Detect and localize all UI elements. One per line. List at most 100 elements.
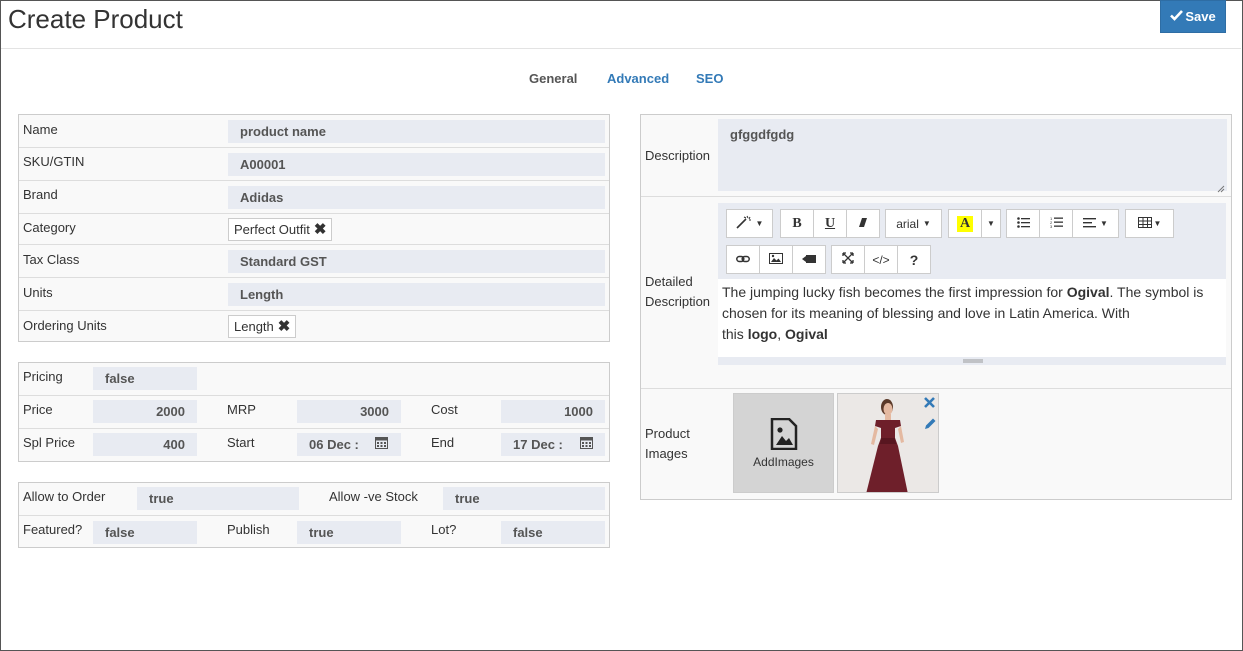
sku-row: SKU/GTIN A00001 [19,148,609,181]
allow-negative-stock-label: Allow -ve Stock [329,489,418,504]
detailed-description-row: Detailed Description ▼ B U arial ▼ A ▼ 1… [641,197,1231,389]
ordering-units-row: Ordering Units Length ✖ [19,311,609,343]
table-dropdown[interactable]: ▼ [1125,209,1174,238]
add-images-button[interactable]: AddImages [733,393,834,493]
allow-row: Allow to Order true Allow -ve Stock true [19,483,609,516]
close-icon[interactable]: ✖ [314,222,327,237]
editor-text: , [777,326,786,342]
tab-general[interactable]: General [529,71,577,86]
paragraph-align-dropdown[interactable]: ▼ [1072,209,1119,238]
calendar-icon[interactable] [375,436,388,452]
code-view-button[interactable]: </> [864,245,898,274]
style-dropdown[interactable]: ▼ [726,209,773,238]
description-label: Description [645,148,711,163]
description-textarea[interactable]: gfggdfgdg [718,119,1227,191]
video-icon [802,253,816,267]
bold-button[interactable]: B [780,209,814,238]
price-row: Price 2000 MRP 3000 Cost 1000 [19,396,609,429]
name-label: Name [23,122,58,137]
calendar-icon[interactable] [580,436,593,452]
unordered-list-icon [1016,216,1030,231]
featured-select[interactable]: false [93,521,197,544]
description-panel: Description gfggdfgdg Detailed Descripti… [640,114,1232,500]
sku-input[interactable]: A00001 [228,153,605,176]
picture-icon [769,252,783,267]
brand-input[interactable]: Adidas [228,186,605,209]
product-images-label-line2: Images [645,446,688,461]
tax-label: Tax Class [23,252,80,267]
start-label: Start [227,435,255,450]
units-select[interactable]: Length [228,283,605,306]
tab-seo[interactable]: SEO [696,71,723,86]
insert-link-button[interactable] [726,245,760,274]
highlight-color-dropdown[interactable]: ▼ [981,209,1001,238]
detailed-description-label-line1: Detailed [645,274,693,289]
editor-bold-text: Ogival [785,326,828,342]
detailed-description-label-line2: Description [645,294,711,309]
pencil-icon[interactable] [924,417,937,433]
add-images-label: AddImages [753,454,814,469]
allow-to-order-select[interactable]: true [137,487,299,510]
mrp-label: MRP [227,402,256,417]
unordered-list-button[interactable] [1006,209,1040,238]
ordered-list-button[interactable]: 123 [1039,209,1073,238]
lot-label: Lot? [431,522,457,537]
tax-row: Tax Class Standard GST [19,245,609,278]
header: Create Product [1,1,1241,49]
tax-class-select[interactable]: Standard GST [228,250,605,273]
detailed-description-editor[interactable]: The jumping lucky fish becomes the first… [718,279,1226,357]
resize-handle-icon[interactable] [1217,181,1225,193]
category-label: Category [23,220,76,235]
units-label: Units [23,285,53,300]
clear-format-button[interactable] [846,209,880,238]
product-info-panel: Name product name SKU/GTIN A00001 Brand … [18,114,610,342]
publish-select[interactable]: true [297,521,401,544]
price-input[interactable]: 2000 [93,400,197,423]
brand-row: Brand Adidas [19,181,609,214]
ordering-units-label: Ordering Units [23,318,107,333]
cost-label: Cost [431,402,458,417]
category-chip[interactable]: Perfect Outfit ✖ [228,218,333,241]
price-label: Price [23,402,53,417]
font-name-label: arial [896,216,919,231]
page-title: Create Product [8,4,183,34]
save-label: Save [1185,9,1216,24]
font-name-dropdown[interactable]: arial ▼ [885,209,942,238]
close-icon[interactable]: ✖ [278,319,291,334]
units-row: Units Length [19,278,609,311]
spl-price-input[interactable]: 400 [93,433,197,456]
lot-select[interactable]: false [501,521,605,544]
brand-label: Brand [23,187,58,202]
link-icon [736,253,750,267]
publish-label: Publish [227,522,270,537]
name-row: Name product name [19,115,609,148]
image-icon [770,417,798,453]
editor-text: The jumping lucky fish becomes the first… [722,284,1067,300]
ordering-units-chip[interactable]: Length ✖ [228,315,297,338]
close-icon[interactable] [924,396,935,411]
pricing-label: Pricing [23,369,63,384]
editor-resize-bar[interactable] [718,357,1226,365]
save-button[interactable]: Save [1160,0,1226,33]
fullscreen-button[interactable] [831,245,865,274]
mrp-input[interactable]: 3000 [297,400,401,423]
category-row: Category Perfect Outfit ✖ [19,214,609,245]
allow-negative-stock-select[interactable]: true [443,487,605,510]
highlight-letter: A [956,215,974,232]
pricing-select[interactable]: false [93,367,197,390]
pricing-row: Pricing false [19,363,609,396]
highlight-color-button[interactable]: A [948,209,982,238]
cost-input[interactable]: 1000 [501,400,605,423]
editor-bold-text: Ogival [1066,284,1110,300]
help-button[interactable]: ? [897,245,931,274]
editor-text: this [722,326,748,342]
insert-picture-button[interactable] [759,245,793,274]
tab-advanced[interactable]: Advanced [607,71,669,86]
check-icon [1170,9,1184,24]
featured-row: Featured? false Publish true Lot? false [19,516,609,549]
insert-video-button[interactable] [792,245,826,274]
product-images-label-line1: Product [645,426,690,441]
underline-button[interactable]: U [813,209,847,238]
name-input[interactable]: product name [228,120,605,143]
allow-to-order-label: Allow to Order [23,489,106,504]
